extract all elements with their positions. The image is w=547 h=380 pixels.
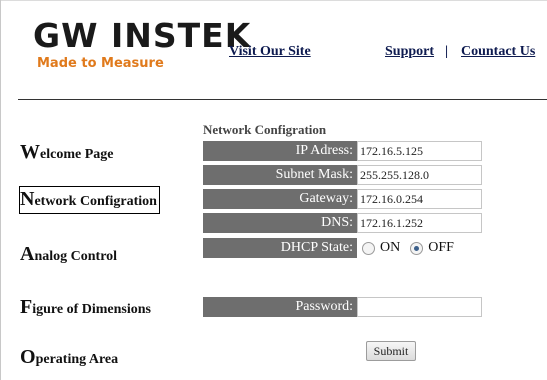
- dhcp-on-radio[interactable]: [362, 241, 375, 255]
- ip-address-input[interactable]: [357, 141, 482, 161]
- nav-label: igure of Dimensions: [32, 302, 151, 317]
- nav-initial: A: [20, 243, 35, 265]
- left-border: [0, 0, 1, 380]
- brand-tagline: Made to Measure: [37, 56, 164, 71]
- nav-initial: W: [20, 141, 40, 163]
- dns-label: DNS:: [203, 213, 357, 233]
- support-link[interactable]: Support: [385, 44, 434, 60]
- form-title: Network Configration: [203, 122, 327, 137]
- visit-site-link[interactable]: Visit Our Site: [229, 44, 311, 60]
- nav-label: elcome Page: [40, 147, 114, 162]
- submit-button[interactable]: Submit: [366, 341, 416, 361]
- dhcp-on-label: ON: [380, 240, 401, 255]
- nav-label: etwork Configration: [34, 194, 157, 209]
- nav-label: perating Area: [35, 352, 119, 367]
- nav-initial: O: [20, 346, 36, 368]
- nav-analog-control[interactable]: Analog Control: [20, 243, 117, 266]
- nav-initial: F: [20, 296, 33, 318]
- subnet-mask-label: Subnet Mask:: [203, 165, 357, 185]
- brand-logo[interactable]: GW INSTEK Made to Measure: [33, 18, 250, 78]
- gateway-input[interactable]: [357, 189, 482, 209]
- top-border: [0, 0, 547, 1]
- nav-label: nalog Control: [34, 249, 118, 264]
- subnet-mask-input[interactable]: [357, 165, 482, 185]
- dns-input[interactable]: [357, 213, 482, 233]
- nav-operating-area[interactable]: Operating Area: [20, 346, 118, 369]
- dhcp-state-radio-group: ON OFF: [362, 238, 464, 258]
- brand-name: GW INSTEK: [33, 16, 252, 55]
- nav-welcome-page[interactable]: Welcome Page: [20, 141, 113, 164]
- dhcp-state-label: DHCP State:: [203, 238, 357, 258]
- dhcp-off-label: OFF: [428, 240, 454, 255]
- contact-us-link[interactable]: Countact Us: [461, 44, 535, 60]
- gateway-label: Gateway:: [203, 189, 357, 209]
- dhcp-off-radio[interactable]: [410, 241, 424, 255]
- ip-address-label: IP Adress:: [203, 141, 357, 161]
- password-input[interactable]: [357, 297, 482, 317]
- nav-network-configration[interactable]: Network Configration: [19, 186, 160, 214]
- password-label: Password:: [203, 297, 357, 317]
- header-divider: [18, 99, 547, 100]
- nav-figure-of-dimensions[interactable]: Figure of Dimensions: [20, 296, 151, 319]
- link-separator: |: [445, 44, 449, 59]
- nav-initial: N: [20, 188, 35, 210]
